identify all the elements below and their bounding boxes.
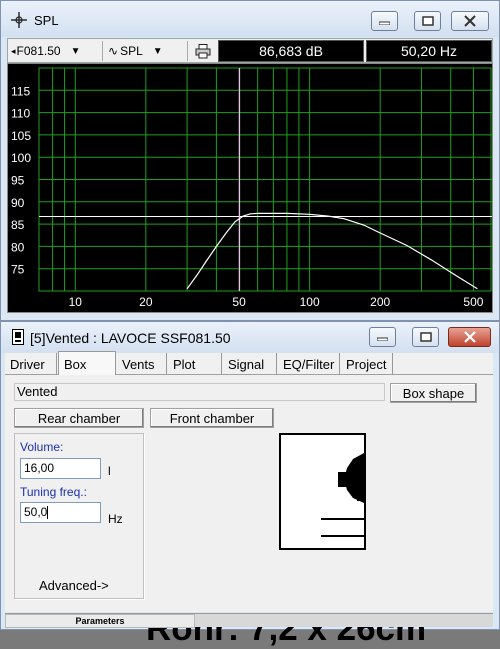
y-tick-label: 100 [11,151,31,165]
spl-window-title: SPL [34,13,59,28]
close-button[interactable] [451,11,489,31]
x-tick-label: 10 [69,295,83,309]
volume-input[interactable]: 16,00 [20,458,101,479]
x-tick-label: 50 [232,295,246,309]
box-type-field: Vented [14,383,385,401]
volume-unit: l [108,464,111,478]
restore-icon [419,332,432,342]
chevron-down-icon: ▼ [152,45,163,57]
pin-icon: ◂ [11,45,16,56]
speaker-driver-icon [338,453,364,503]
box-shape-button[interactable]: Box shape [390,383,477,403]
y-tick-label: 115 [11,84,30,98]
crosshair-icon [11,12,27,28]
y-tick-label: 75 [11,263,25,277]
y-tick-label: 85 [11,218,25,232]
maximize-button[interactable] [412,327,439,347]
spl-chart[interactable]: 75 80 85 90 95 100 105 110 115 10 20 50 100 200 500 [7,63,493,313]
close-button[interactable] [448,327,491,347]
chamber-group: Volume: 16,00 l Tuning freq.: 50,0 Hz Ad… [14,433,144,599]
tuning-unit: Hz [108,512,123,526]
status-parameters: Parameters [5,614,195,628]
tab-box[interactable]: Box [58,351,116,376]
y-tick-label: 105 [11,129,31,143]
rear-chamber-button[interactable]: Rear chamber [14,408,144,428]
tab-driver[interactable]: Driver [5,353,57,375]
tab-signal[interactable]: Signal [223,353,277,375]
status-bar: Parameters [5,613,493,628]
spl-chart-svg: 75 80 85 90 95 100 105 110 115 10 20 50 100 200 500 [11,67,492,309]
tab-strip: Driver Box Vents Plot Signal EQ/Filter P… [5,351,493,376]
spl-titlebar[interactable]: SPL [1,1,499,37]
box-window: [5]Vented : LAVOCE SSF081.50 Driver Box … [0,321,500,648]
spl-curve [186,212,478,290]
minimize-icon [377,337,388,341]
x-tick-label: 20 [139,295,153,309]
box-titlebar[interactable]: [5]Vented : LAVOCE SSF081.50 [1,322,499,353]
chevron-down-icon: ▼ [70,45,81,57]
advanced-button[interactable]: Advanced-> [39,578,109,593]
box-window-title: [5]Vented : LAVOCE SSF081.50 [30,330,231,346]
front-chamber-button[interactable]: Front chamber [150,408,274,428]
box-panel: Vented Box shape Rear chamber Front cham… [5,375,493,648]
x-tick-label: 200 [370,295,390,309]
tab-eq-filter[interactable]: EQ/Filter [278,353,340,375]
tuning-input-value: 50,0 [24,505,48,519]
driver-select[interactable]: ◂ F081.50 ▼ [11,41,103,61]
minimize-icon [379,21,390,25]
box-diagram-svg [321,453,364,537]
maximize-button[interactable] [414,11,441,31]
y-tick-label: 95 [11,174,25,188]
restore-icon [421,16,434,26]
close-icon [463,331,476,343]
spl-toolbar: ◂ F081.50 ▼ ∿ SPL ▼ 86,683 dB 50,20 Hz [7,38,493,63]
tuning-input[interactable]: 50,0 [20,502,101,523]
level-readout: 86,683 dB [218,40,364,62]
frequency-readout: 50,20 Hz [366,40,492,62]
x-tick-label: 500 [463,295,483,309]
y-tick-label: 110 [11,107,30,121]
spl-window: SPL ◂ F081.50 ▼ ∿ SPL ▼ 86,683 dB 50,20 … [0,0,500,321]
driver-select-value: F081.50 [16,44,61,58]
minimize-button[interactable] [371,11,398,31]
volume-label: Volume: [20,440,64,454]
close-icon [464,15,476,27]
wave-icon: ∿ [108,44,119,58]
tab-project[interactable]: Project [341,353,393,375]
x-tick-label: 100 [300,295,320,309]
speaker-box-icon [12,329,24,345]
printer-icon [195,43,211,58]
print-button[interactable] [192,41,214,61]
tab-plot[interactable]: Plot [168,353,222,375]
curve-select[interactable]: ∿ SPL ▼ [108,41,188,61]
y-tick-label: 90 [11,196,25,210]
curve-select-value: SPL [120,44,143,58]
tab-vents[interactable]: Vents [117,353,167,375]
text-cursor [47,506,49,520]
minimize-button[interactable] [369,327,396,347]
y-tick-label: 80 [11,240,25,254]
box-diagram [279,433,366,550]
tuning-label: Tuning freq.: [20,485,87,499]
